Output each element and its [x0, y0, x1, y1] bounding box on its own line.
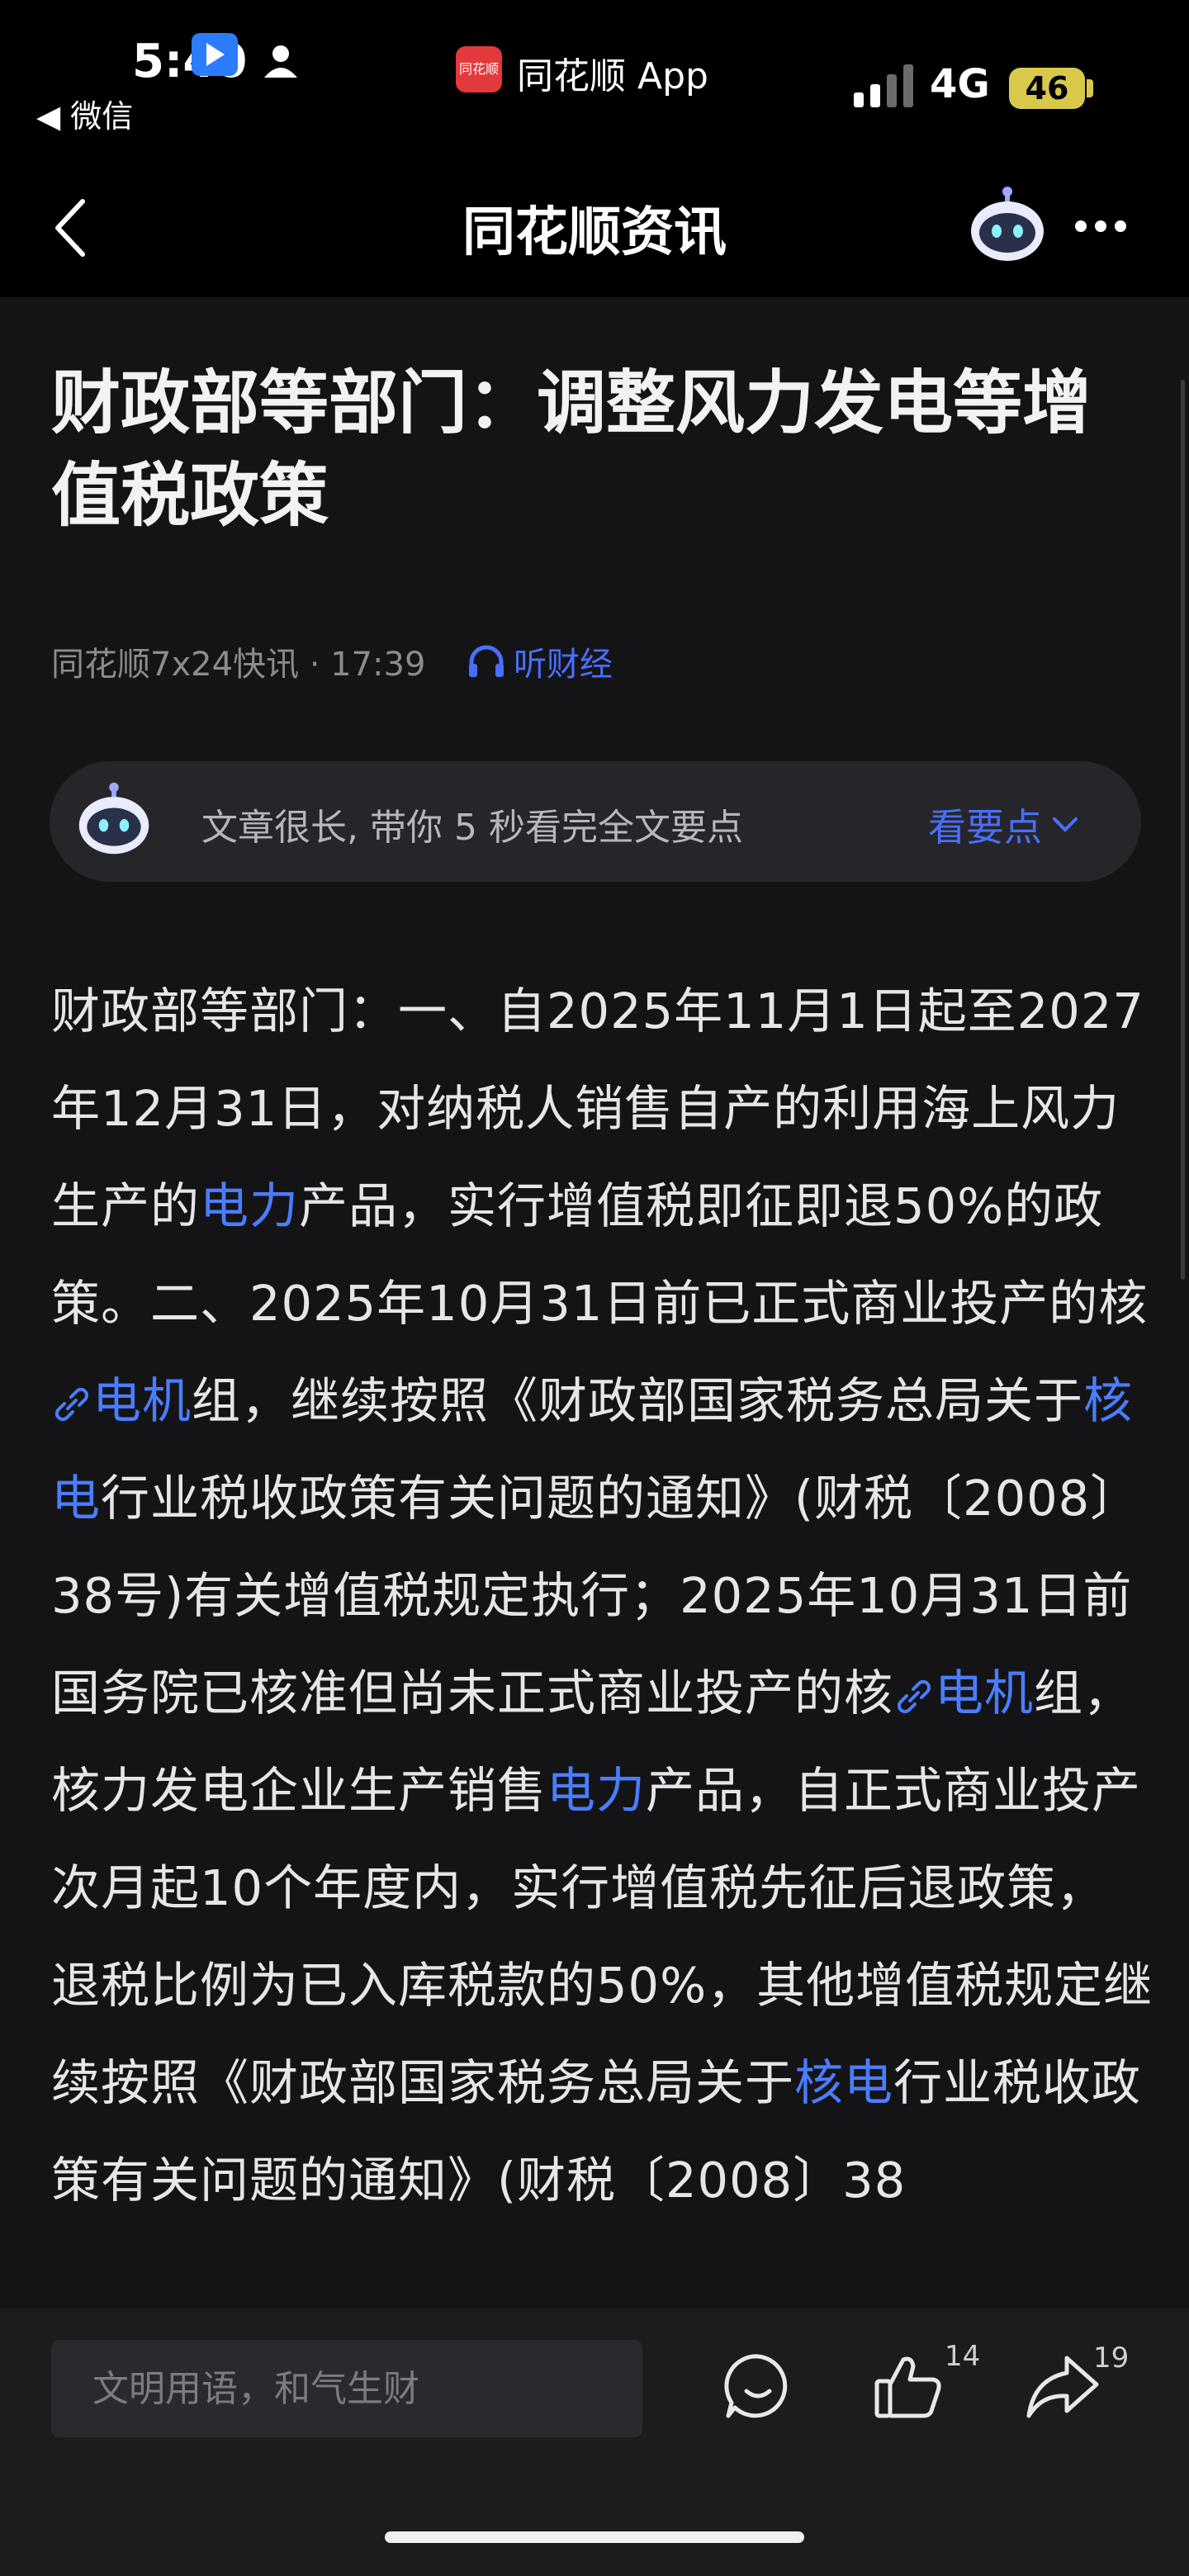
app-name: 同花顺 App: [517, 55, 708, 97]
view-key-points-label: 看要点: [928, 805, 1042, 850]
keyword-link-motor[interactable]: 电机: [935, 1664, 1034, 1721]
thumbs-up-icon: [874, 2356, 941, 2418]
robot-icon: [78, 782, 149, 855]
bottom-action-bar: 14 19: [0, 2308, 1189, 2576]
chevron-down-icon: [1053, 817, 1078, 832]
keyword-link-power[interactable]: 电力: [547, 1762, 646, 1819]
comment-icon: [724, 2354, 788, 2418]
link-icon: [54, 1387, 89, 1421]
status-bar: 5:40 ◀ 微信 同花顺 同花顺 App 4G 46: [0, 0, 1189, 140]
share-count: 19: [1093, 2342, 1130, 2375]
ai-assistant-robot-icon[interactable]: [966, 183, 1049, 266]
headphones-icon: [469, 645, 504, 677]
view-key-points-link[interactable]: 看要点: [928, 798, 1078, 852]
article-summary-banner[interactable]: 文章很长, 带你 5 秒看完全文要点 看要点: [50, 761, 1141, 882]
home-indicator[interactable]: [385, 2531, 804, 2543]
keyword-link-power[interactable]: 电力: [200, 1177, 299, 1234]
listen-label: 听财经: [514, 646, 613, 684]
scrollbar[interactable]: [1181, 380, 1185, 1280]
keyword-link-motor[interactable]: 电机: [92, 1372, 192, 1429]
like-button[interactable]: 14: [872, 2340, 980, 2424]
person-icon: [264, 45, 297, 78]
article-title: 财政部等部门：调整风力发电等增值税政策: [51, 362, 1092, 536]
battery-indicator: 46: [1009, 68, 1085, 109]
article-body: 财政部等部门：一、自2025年11月1日起至2027年12月31日，对纳税人销售…: [51, 963, 1154, 2229]
more-options-icon[interactable]: [1075, 220, 1135, 235]
comment-button[interactable]: [723, 2351, 793, 2424]
signal-icon: [854, 64, 913, 107]
like-count: 14: [945, 2340, 981, 2373]
screen-record-icon: [192, 33, 238, 76]
nav-bar: 同花顺资讯: [0, 140, 1189, 297]
battery-tip: [1087, 79, 1093, 97]
share-arrow-icon: [1026, 2356, 1099, 2418]
body-segment: 组，继续按照《财政部国家税务总局关于: [192, 1372, 1084, 1429]
listen-button[interactable]: 听财经: [467, 637, 613, 685]
app-logo: 同花顺: [456, 46, 502, 92]
keyword-link-nuclear[interactable]: 核电: [794, 2054, 893, 2111]
back-to-wechat-link[interactable]: ◀ 微信: [36, 91, 133, 136]
summary-description: 文章很长, 带你 5 秒看完全文要点: [201, 807, 743, 849]
comment-input[interactable]: [51, 2340, 642, 2437]
share-button[interactable]: 19: [1024, 2342, 1129, 2424]
network-type: 4G: [930, 61, 990, 107]
link-icon: [897, 1679, 931, 1713]
article-source-time: 同花顺7x24快讯 · 17:39: [51, 646, 426, 684]
